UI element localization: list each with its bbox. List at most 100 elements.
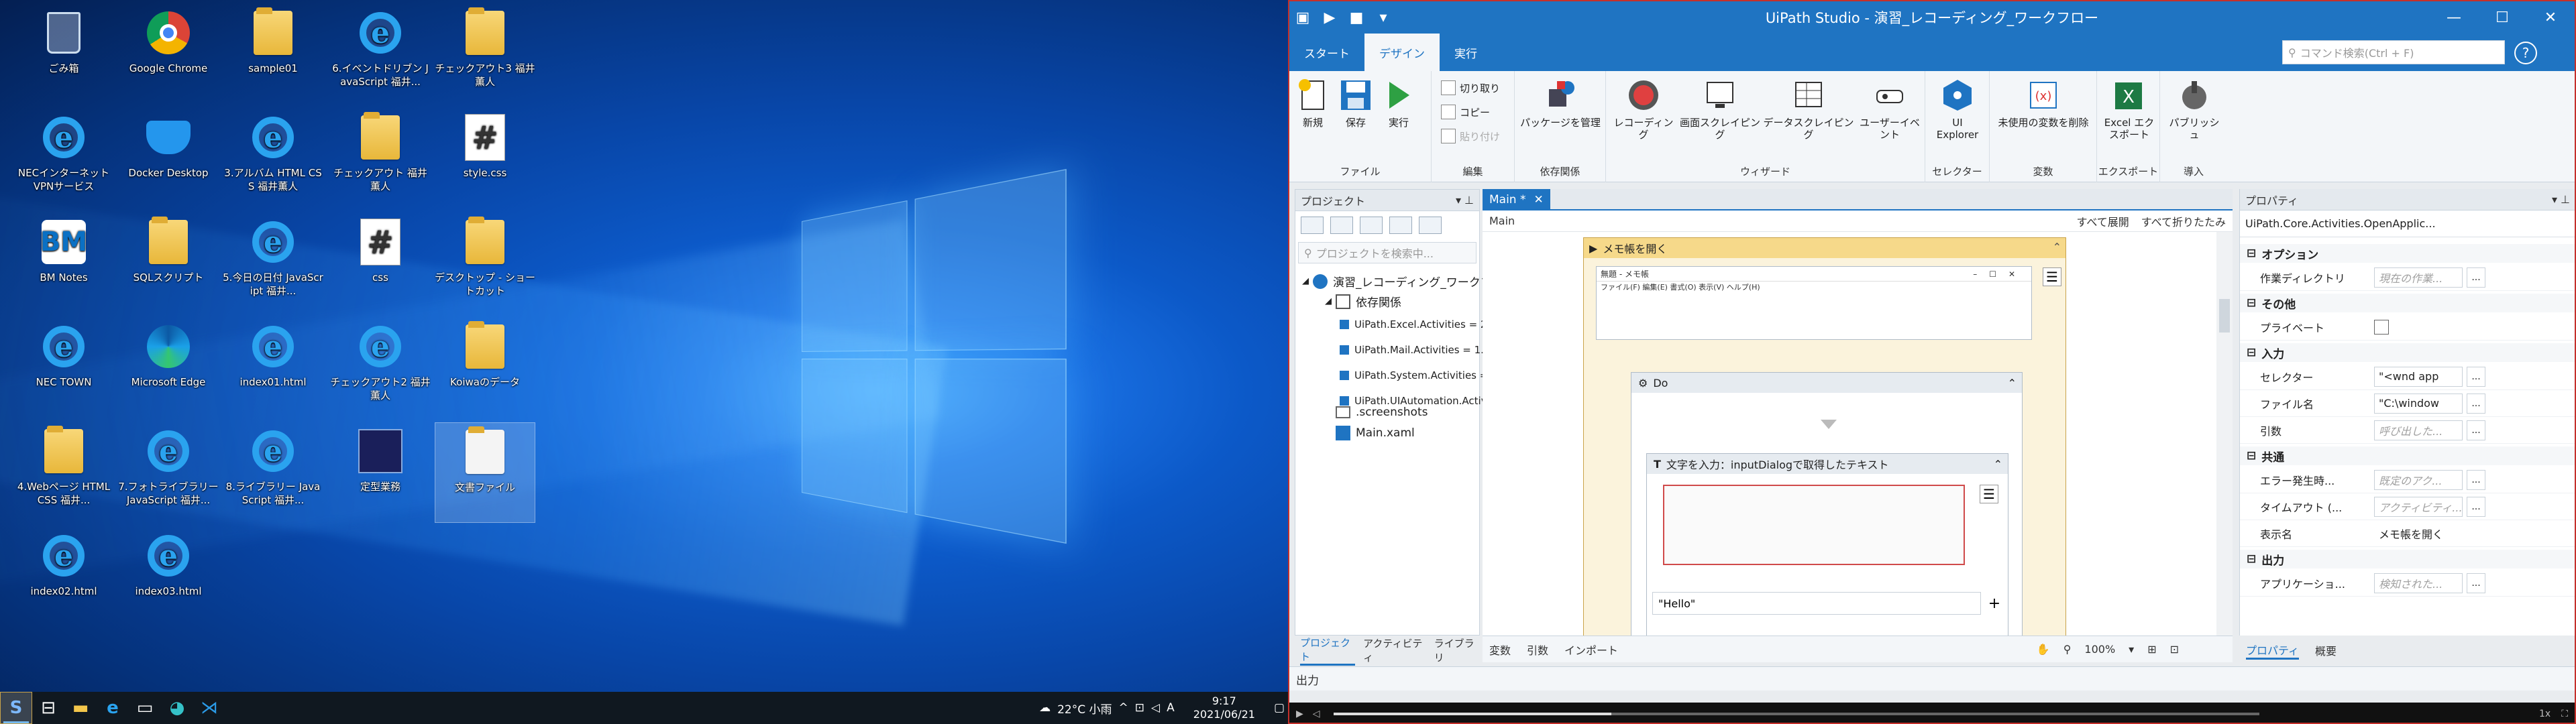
timeout-input[interactable]: アクティビティ... xyxy=(2374,497,2463,517)
desktop-icon[interactable]: 定型業務 xyxy=(330,422,431,523)
open-folder-icon[interactable] xyxy=(1419,217,1442,234)
zoom-level[interactable]: 100% xyxy=(2084,643,2115,656)
desktop-icon[interactable]: e index01.html xyxy=(223,318,323,418)
volume-icon[interactable]: ◁ xyxy=(1313,709,1320,719)
collapse-all-button[interactable]: すべて折りたたみ xyxy=(2141,213,2226,229)
fit-screen-icon[interactable]: ⊞ xyxy=(2147,643,2156,656)
expand-all-button[interactable]: すべて展開 xyxy=(2077,213,2129,229)
tab-execute[interactable]: 実行 xyxy=(1440,34,1492,71)
category-input[interactable]: ⊟ 入力 xyxy=(2240,343,2575,362)
variables-tab[interactable]: 変数 xyxy=(1489,642,1511,658)
taskbar-uipath-2[interactable]: S xyxy=(0,692,32,724)
zoom-icon[interactable]: ⚲ xyxy=(2063,643,2072,656)
taskbar-ie[interactable]: e xyxy=(97,692,129,724)
overview-icon[interactable]: ⊡ xyxy=(2170,643,2179,656)
output-tab[interactable]: 出力 xyxy=(1296,674,1319,688)
close-button[interactable]: ✕ xyxy=(2526,1,2575,34)
tree-dependencies[interactable]: ◢ 依存関係 xyxy=(1325,293,1401,310)
desktop-icon[interactable]: e NECインターネット VPNサービス xyxy=(13,109,114,209)
selector-input[interactable]: "<wnd app xyxy=(2374,367,2463,387)
desktop-icon[interactable]: デスクトップ - ショートカット xyxy=(435,213,535,314)
tab-libraries[interactable]: ライブラリ xyxy=(1434,636,1480,664)
desktop-icon[interactable]: e NEC TOWN xyxy=(13,318,114,418)
help-icon[interactable]: ? xyxy=(2514,42,2537,64)
desktop-icon[interactable]: e チェックアウト2 福井 薫人 xyxy=(330,318,431,418)
taskbar-edge[interactable]: ◕ xyxy=(161,692,193,724)
type-into-activity[interactable]: T 文字を入力：inputDialogで取得したテキスト ⌃ ☰ "Hello"… xyxy=(1646,453,2008,641)
filename-input[interactable]: "C:\window xyxy=(2374,394,2463,414)
fullscreen-icon[interactable]: ⛶ xyxy=(2561,709,2568,719)
application-window-input[interactable]: 検知された... xyxy=(2374,573,2463,593)
display-name-input[interactable]: メモ帳を開く xyxy=(2374,524,2487,544)
arguments-input[interactable]: 呼び出した... xyxy=(2374,420,2463,440)
tab-activities[interactable]: アクティビティ xyxy=(1363,636,1426,664)
seek-bar[interactable] xyxy=(1334,713,2259,715)
desktop-icon[interactable]: # style.css xyxy=(435,109,535,209)
activity-menu-icon[interactable]: ☰ xyxy=(1980,485,1998,503)
taskbar-explorer[interactable]: ▬ xyxy=(64,692,97,724)
save-button[interactable]: 保存 xyxy=(1338,78,1374,129)
category-options[interactable]: ⊟ オプション xyxy=(2240,244,2575,263)
arguments-tab[interactable]: 引数 xyxy=(1527,642,1548,658)
new-button[interactable]: 新規 xyxy=(1295,78,1331,129)
close-tab-icon[interactable]: ✕ xyxy=(1534,193,1544,206)
tab-design[interactable]: デザイン xyxy=(1364,34,1440,71)
project-search-input[interactable]: ⚲ プロジェクトを検索中... xyxy=(1298,242,1477,263)
desktop-icon[interactable]: チェックアウト3 福井 薫人 xyxy=(435,4,535,105)
stop-icon[interactable]: ■ xyxy=(1343,1,1370,34)
breadcrumb-main[interactable]: Main xyxy=(1489,215,1515,227)
refresh-icon[interactable] xyxy=(1360,217,1383,234)
workdir-input[interactable]: 現在の作業... xyxy=(2374,267,2463,288)
collapse-icon[interactable]: ⌃ xyxy=(1994,458,2002,471)
weather-text[interactable]: 22°C 小雨 xyxy=(1057,700,1112,717)
notification-icon[interactable]: ▢ xyxy=(1274,701,1285,715)
desktop-icon[interactable]: BM BM Notes xyxy=(13,213,114,314)
desktop-icon[interactable]: e 6.イベントドリブン JavaScript 福井... xyxy=(330,4,431,105)
ui-explorer-button[interactable]: UI Explorer xyxy=(1932,78,1983,141)
settings-icon[interactable] xyxy=(1389,217,1412,234)
ellipsis-button[interactable]: ... xyxy=(2467,470,2485,490)
taskbar-vscode[interactable]: ⋊ xyxy=(193,692,225,724)
screen-scraping-button[interactable]: 画面スクレイピング xyxy=(1680,78,1760,141)
tree-main-xaml[interactable]: Main.xaml xyxy=(1336,426,1415,440)
user-events-button[interactable]: ユーザーイベント xyxy=(1856,78,1924,141)
command-search-input[interactable]: ⚲ コマンド検索(Ctrl + F) xyxy=(2282,40,2505,64)
play-icon[interactable]: ▶ xyxy=(1296,709,1303,719)
text-input-field[interactable]: "Hello" xyxy=(1652,592,1981,615)
ellipsis-button[interactable]: ... xyxy=(2467,394,2485,414)
desktop-icon[interactable]: Microsoft Edge xyxy=(118,318,219,418)
desktop-icon[interactable]: e 3.アルバム HTML CSS 福井薫人 xyxy=(223,109,323,209)
pin-icon[interactable]: ▾ ⊥ xyxy=(2552,193,2570,206)
tree-screenshots[interactable]: .screenshots xyxy=(1336,406,1428,419)
tab-project[interactable]: プロジェクト xyxy=(1300,636,1355,666)
chevron-up-icon[interactable]: ^ xyxy=(1119,701,1128,715)
remove-unused-variables-button[interactable]: (x) 未使用の変数を削除 xyxy=(1992,78,2094,129)
ellipsis-button[interactable]: ... xyxy=(2467,573,2485,593)
chevron-down-icon[interactable]: ▾ xyxy=(2129,643,2134,656)
desktop-icon[interactable]: Google Chrome xyxy=(118,4,219,105)
maximize-button[interactable]: ☐ xyxy=(2478,1,2526,34)
publish-button[interactable]: パブリッシュ xyxy=(2165,78,2223,141)
taskbar-terminal[interactable]: ▭ xyxy=(129,692,161,724)
do-sequence[interactable]: ⚙ Do ⌃ T 文字を入力：inputDialogで取得したテキスト ⌃ ☰ … xyxy=(1631,372,2023,647)
cut-button[interactable]: 切り取り xyxy=(1441,80,1500,95)
desktop-icon[interactable]: e index02.html xyxy=(13,527,114,627)
network-icon[interactable]: ⊡ xyxy=(1135,701,1144,715)
expand-icon[interactable] xyxy=(1301,217,1324,234)
minimize-button[interactable]: — xyxy=(2430,1,2478,34)
open-application-activity[interactable]: ▶ メモ帳を開く ⌃ 無題 - メモ帳 –☐✕ ファイル(F) 編集(E) 書式… xyxy=(1583,237,2066,653)
paste-button[interactable]: 貼り付け xyxy=(1441,129,1500,143)
pan-hand-icon[interactable]: ✋ xyxy=(2037,643,2050,656)
volume-icon[interactable]: ◁ xyxy=(1151,701,1160,715)
desktop-icon[interactable]: e 7.フォトライブラリー JavaScript 福井... xyxy=(118,422,219,523)
desktop-icon[interactable]: Koiwaのデータ xyxy=(435,318,535,418)
desktop-icon[interactable]: SQLスクリプト xyxy=(118,213,219,314)
tab-main-xaml[interactable]: Main * ✕ xyxy=(1483,189,1550,210)
tab-properties[interactable]: プロパティ xyxy=(2246,642,2299,660)
clock[interactable]: 9:17 2021/06/21 xyxy=(1190,695,1258,721)
data-scraping-button[interactable]: データスクレイピング xyxy=(1763,78,1854,141)
customize-toolbar-icon[interactable]: ▾ xyxy=(1370,1,1397,34)
desktop-icon[interactable]: チェックアウト 福井 薫人 xyxy=(330,109,431,209)
plus-icon[interactable]: + xyxy=(1985,592,2004,615)
desktop-icon[interactable]: sample01 xyxy=(223,4,323,105)
